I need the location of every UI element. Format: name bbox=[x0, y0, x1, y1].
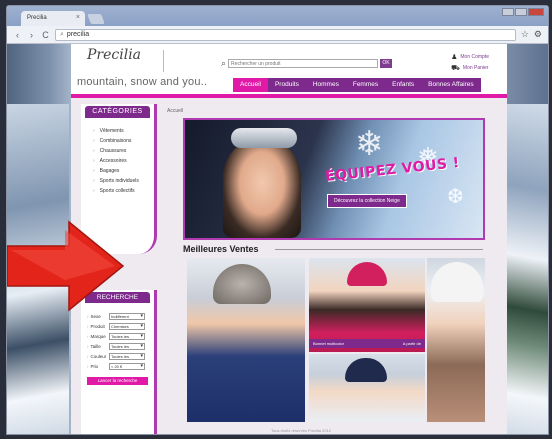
categories-title: CATÉGORIES bbox=[85, 106, 150, 118]
filter-row: MarqueToutes les bbox=[81, 331, 154, 341]
filter-label: Taille bbox=[87, 344, 109, 349]
browser-tab[interactable]: Precilia × bbox=[21, 11, 85, 26]
category-item[interactable]: Combinaisons bbox=[93, 136, 154, 146]
site-search: ⌕ OK bbox=[221, 58, 393, 69]
product-photo[interactable]: Bonnet multicolor A partir de bbox=[309, 258, 425, 352]
menu-item-accueil[interactable]: Accueil bbox=[233, 78, 268, 92]
filter-row: CouleurToutes les bbox=[81, 351, 154, 361]
site-header: Precilia mountain, snow and you.. ⌕ OK ♟… bbox=[71, 44, 507, 94]
site-tagline: mountain, snow and you.. bbox=[77, 76, 208, 88]
filter-select[interactable]: Chemises bbox=[109, 322, 145, 330]
best-sellers-rule bbox=[275, 249, 483, 250]
filter-label: Prix bbox=[87, 364, 109, 369]
run-search-button[interactable]: Lancer la recherche bbox=[87, 377, 148, 385]
filter-row: SexeIndifférent bbox=[81, 311, 154, 321]
minimize-button[interactable] bbox=[502, 8, 514, 16]
breadcrumb[interactable]: Accueil bbox=[167, 108, 183, 114]
browser-window: Precilia × ‹ › C ⌕ precilia ☆ ⚙ Precilia… bbox=[6, 5, 549, 435]
address-text: precilia bbox=[66, 31, 90, 38]
filter-select[interactable]: Toutes les bbox=[109, 332, 145, 340]
tab-title: Precilia bbox=[27, 15, 47, 21]
category-item[interactable]: Bagages bbox=[93, 166, 154, 176]
pink-hat-image bbox=[347, 262, 387, 286]
filter-select[interactable]: < 20 € bbox=[109, 362, 145, 370]
filter-select[interactable]: Toutes les bbox=[109, 352, 145, 360]
background-mountain-right bbox=[500, 104, 548, 434]
tab-close-icon[interactable]: × bbox=[76, 14, 80, 21]
forward-icon[interactable]: › bbox=[27, 30, 36, 40]
menu-item-enfants[interactable]: Enfants bbox=[385, 78, 421, 92]
banner-model-image bbox=[223, 138, 301, 238]
category-item[interactable]: Chaussures bbox=[93, 146, 154, 156]
cart-link-label: Mon Panier bbox=[462, 65, 489, 71]
categories-list: Vêtements Combinaisons Chaussures Access… bbox=[81, 120, 154, 196]
menu-item-hommes[interactable]: Hommes bbox=[306, 78, 346, 92]
category-item[interactable]: Vêtements bbox=[93, 126, 154, 136]
product-photo[interactable] bbox=[309, 354, 425, 422]
filter-label: Marque bbox=[87, 334, 109, 339]
filter-select[interactable]: Toutes les bbox=[109, 342, 145, 350]
maximize-button[interactable] bbox=[515, 8, 527, 16]
filter-label: Sexe bbox=[87, 314, 109, 319]
account-links: ♟ Mon Compte ⛟ Mon Panier bbox=[451, 52, 489, 74]
search-icon: ⌕ bbox=[60, 30, 64, 38]
window-controls bbox=[502, 8, 544, 16]
product-photo[interactable] bbox=[187, 258, 305, 422]
close-window-button[interactable] bbox=[528, 8, 544, 16]
search-input[interactable] bbox=[228, 59, 379, 68]
menu-item-bonnes-affaires[interactable]: Bonnes Affaires bbox=[421, 78, 480, 92]
product-caption: Bonnet multicolor A partir de bbox=[309, 339, 425, 348]
page-viewport: Precilia mountain, snow and you.. ⌕ OK ♟… bbox=[7, 44, 548, 434]
banner-goggles-image bbox=[231, 128, 297, 148]
back-icon[interactable]: ‹ bbox=[13, 30, 22, 40]
menu-item-produits[interactable]: Produits bbox=[268, 78, 306, 92]
product-caption-name: Bonnet multicolor bbox=[313, 341, 344, 346]
filter-row: ProduitChemises bbox=[81, 321, 154, 331]
category-item[interactable]: Sports collectifs bbox=[93, 186, 154, 196]
search-button[interactable]: OK bbox=[380, 59, 393, 68]
promo-banner[interactable]: ❄ ❅ ❆ ÉQUIPEZ VOUS ! Découvrez la collec… bbox=[183, 118, 485, 240]
bookmark-star-icon[interactable]: ☆ bbox=[521, 29, 529, 40]
product-photo[interactable] bbox=[427, 258, 485, 422]
reload-icon[interactable]: C bbox=[41, 30, 50, 40]
footer-text: Tous droits réservés Precilia 2012 bbox=[271, 428, 332, 433]
menu-item-femmes[interactable]: Femmes bbox=[346, 78, 385, 92]
site-logo[interactable]: Precilia bbox=[87, 47, 141, 63]
red-arrow-annotation bbox=[7, 220, 125, 312]
filter-label: Produit bbox=[87, 324, 109, 329]
search-icon: ⌕ bbox=[221, 58, 227, 68]
logo-divider bbox=[163, 50, 164, 72]
cart-link[interactable]: ⛟ Mon Panier bbox=[451, 63, 489, 74]
user-icon: ♟ bbox=[451, 54, 458, 61]
filter-label: Couleur bbox=[87, 354, 109, 359]
address-bar[interactable]: ⌕ precilia bbox=[55, 28, 516, 41]
new-tab-button[interactable] bbox=[87, 14, 105, 24]
fur-hat-image bbox=[213, 264, 271, 304]
cart-icon: ⛟ bbox=[451, 65, 460, 72]
filter-row: Prix< 20 € bbox=[81, 361, 154, 371]
category-item[interactable]: Sports individuels bbox=[93, 176, 154, 186]
banner-cta-button[interactable]: Découvrez la collection Neige bbox=[327, 194, 407, 208]
navy-hat-image bbox=[345, 358, 387, 382]
filter-row: TailleToutes les bbox=[81, 341, 154, 351]
toolbar: ‹ › C ⌕ precilia ☆ ⚙ bbox=[7, 26, 548, 44]
account-link[interactable]: ♟ Mon Compte bbox=[451, 52, 489, 63]
snowflake-icon: ❆ bbox=[447, 186, 464, 208]
wrench-icon[interactable]: ⚙ bbox=[534, 29, 542, 40]
filter-select[interactable]: Indifférent bbox=[109, 312, 145, 320]
best-sellers-title: Meilleures Ventes bbox=[183, 244, 259, 254]
banner-headline: ÉQUIPEZ VOUS ! bbox=[324, 154, 461, 186]
tab-strip: Precilia × bbox=[7, 6, 548, 26]
snowflake-icon: ❄ bbox=[355, 125, 384, 163]
main-content: Accueil CATÉGORIES Vêtements Combinaison… bbox=[71, 98, 507, 434]
account-link-label: Mon Compte bbox=[460, 54, 489, 60]
category-item[interactable]: Accessoires bbox=[93, 156, 154, 166]
main-menu: Accueil Produits Hommes Femmes Enfants B… bbox=[233, 78, 481, 92]
white-hat-image bbox=[431, 262, 483, 302]
product-caption-price: A partir de bbox=[402, 341, 421, 346]
